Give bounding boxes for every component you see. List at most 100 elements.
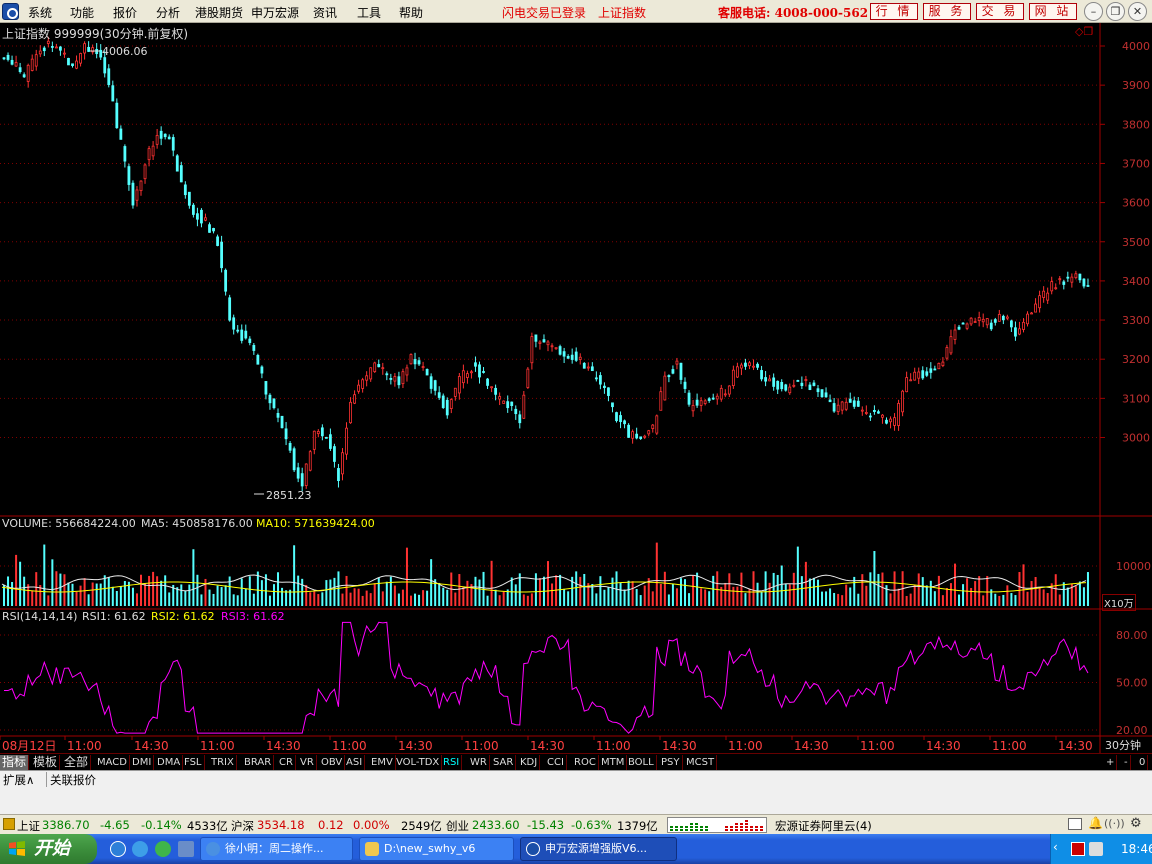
kline-chart[interactable]: 4000 3900 3800 3700 3600 3500 3400 3300 3200 3100…: [0, 23, 1152, 753]
menu-analysis[interactable]: 分析: [156, 4, 180, 21]
menu-info[interactable]: 资讯: [313, 4, 337, 21]
website-button[interactable]: 网 站: [1029, 3, 1077, 20]
system-tray: ‹ 18:46: [1050, 834, 1152, 864]
taskbar-item-browser[interactable]: 徐小明：周二操作...: [200, 837, 353, 861]
candle-body: [707, 398, 711, 401]
volume-bar: [317, 594, 320, 606]
ie-icon[interactable]: [110, 841, 126, 857]
related-quote-tab[interactable]: 关联报价: [46, 772, 99, 788]
candle-body: [385, 373, 389, 376]
indicator-tab-全部[interactable]: 全部: [62, 755, 92, 770]
candle-body: [1050, 281, 1054, 292]
candle-body: [393, 376, 397, 382]
minimize-icon[interactable]: –: [1084, 2, 1103, 21]
menu-hk-futures[interactable]: 港股期货: [195, 4, 243, 21]
flag-icon[interactable]: [1071, 842, 1085, 856]
volume-bar: [83, 578, 86, 606]
volume-bar: [119, 586, 122, 606]
indicator-tab-wr[interactable]: WR: [468, 755, 490, 770]
desktop-icon[interactable]: [178, 841, 194, 857]
volume-bar: [671, 583, 674, 606]
indicator-tab-brar[interactable]: BRAR: [242, 755, 275, 770]
indicator-tab-cr[interactable]: CR: [277, 755, 296, 770]
volume-bar: [345, 575, 348, 606]
time-axis-label: 14:30: [662, 739, 697, 753]
notepad-icon[interactable]: [1068, 818, 1082, 830]
candle-body: [679, 362, 683, 380]
app-icon[interactable]: [2, 3, 19, 20]
candle-body: [135, 189, 139, 201]
time-axis-label: 14:30: [926, 739, 961, 753]
volume-bar: [885, 585, 888, 606]
candle-body: [22, 74, 26, 78]
start-button[interactable]: 开始: [0, 834, 97, 864]
zoom-out-button[interactable]: -: [1122, 755, 1131, 770]
expand-tab[interactable]: 扩展∧: [0, 772, 37, 788]
indicator-tab-mcst[interactable]: MCST: [684, 755, 718, 770]
menu-tools[interactable]: 工具: [357, 4, 381, 21]
server-name[interactable]: 宏源证券阿里云(4): [775, 818, 872, 834]
menu-system[interactable]: 系统: [28, 4, 52, 21]
indicator-tab-psy[interactable]: PSY: [659, 755, 683, 770]
indicator-tab-asi[interactable]: ASI: [344, 755, 366, 770]
candle-body: [873, 409, 876, 412]
period-label[interactable]: 30分钟: [1105, 737, 1141, 753]
tray-expand-icon[interactable]: ‹: [1053, 840, 1058, 854]
candle-body: [897, 403, 900, 426]
volume-bar: [1054, 574, 1057, 606]
indicator-tab-macd[interactable]: MACD: [95, 755, 130, 770]
lock-icon[interactable]: [3, 818, 15, 830]
browser-icon[interactable]: [132, 841, 148, 857]
volume-bar: [849, 587, 852, 606]
signal-icon[interactable]: ((·)): [1104, 817, 1125, 830]
media-icon[interactable]: [155, 841, 171, 857]
network-icon[interactable]: [1089, 842, 1103, 856]
indicator-tab-boll[interactable]: BOLL: [626, 755, 657, 770]
zoom-in-button[interactable]: +: [1104, 755, 1118, 770]
candle-body: [2, 57, 6, 60]
indicator-tab-模板[interactable]: 模板: [31, 755, 61, 770]
indicator-tab-fsl[interactable]: FSL: [182, 755, 205, 770]
indicator-tab-kdj[interactable]: KDJ: [518, 755, 541, 770]
indicator-tab-obv[interactable]: OBV: [319, 755, 346, 770]
menu-quote[interactable]: 报价: [113, 4, 137, 21]
sh-pct: -0.14%: [141, 818, 182, 832]
menu-function[interactable]: 功能: [70, 4, 94, 21]
close-icon[interactable]: ✕: [1128, 2, 1147, 21]
indicator-tab-roc[interactable]: ROC: [572, 755, 599, 770]
menu-swhy[interactable]: 申万宏源: [251, 4, 299, 21]
indicator-tab-rsi[interactable]: RSI: [441, 755, 463, 770]
indicator-tab-cci[interactable]: CCI: [545, 755, 567, 770]
candle-body: [1054, 287, 1058, 290]
indicator-tab-emv[interactable]: EMV: [369, 755, 396, 770]
volume-bar: [454, 592, 457, 606]
menu-help[interactable]: 帮助: [399, 4, 423, 21]
indicator-tab-sar[interactable]: SAR: [491, 755, 517, 770]
taskbar-item-folder[interactable]: D:\new_swhy_v6: [359, 837, 514, 861]
volume-label: VOLUME: 556684224.00: [2, 517, 136, 530]
chart-area[interactable]: 4000 3900 3800 3700 3600 3500 3400 3300 3200 3100…: [0, 23, 1152, 753]
chart-toggle-icon[interactable]: ◇❐: [1075, 25, 1093, 38]
indicator-tab-trix[interactable]: TRIX: [209, 755, 237, 770]
indicator-tab-dma[interactable]: DMA: [155, 755, 184, 770]
candle-body: [768, 378, 772, 382]
indicator-tab-vol-tdx[interactable]: VOL-TDX: [394, 755, 443, 770]
indicator-tab-dmi[interactable]: DMI: [130, 755, 155, 770]
indicator-tab-vr[interactable]: VR: [298, 755, 317, 770]
indicator-tab-mtm[interactable]: MTM: [599, 755, 628, 770]
market-button[interactable]: 行 情: [870, 3, 918, 20]
clock[interactable]: 18:46: [1121, 842, 1152, 856]
taskbar-item-swhy[interactable]: 申万宏源增强版V6...: [520, 837, 677, 861]
indicator-tab-指标[interactable]: 指标: [0, 755, 30, 770]
zoom-reset-button[interactable]: 0: [1137, 755, 1149, 770]
candle-body: [1058, 278, 1062, 281]
volume-bar: [216, 585, 219, 606]
service-button[interactable]: 服 务: [923, 3, 971, 20]
candle-body: [796, 380, 800, 382]
time-axis-label: 14:30: [266, 739, 301, 753]
settings-icon[interactable]: ⚙: [1130, 816, 1142, 831]
candle-body: [449, 399, 453, 409]
trade-button[interactable]: 交 易: [976, 3, 1024, 20]
restore-icon[interactable]: ❐: [1106, 2, 1125, 21]
bell-icon[interactable]: 🔔: [1088, 816, 1103, 830]
